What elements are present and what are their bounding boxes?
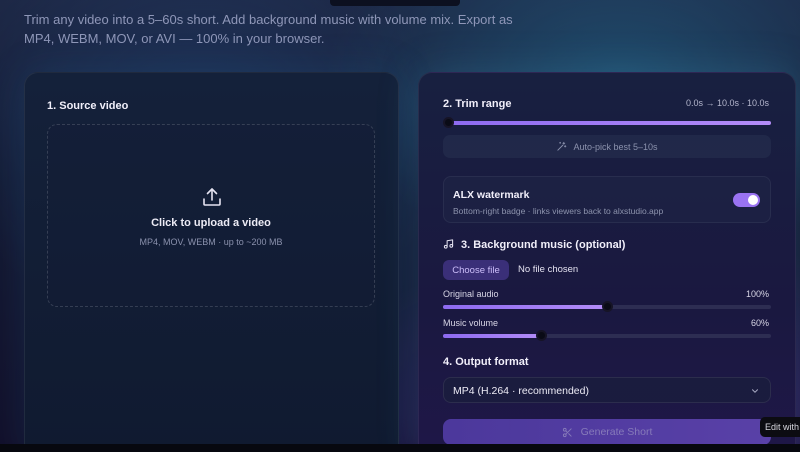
- music-volume-fill: [443, 334, 542, 338]
- original-audio-value: 100%: [745, 289, 769, 299]
- edit-with-badge[interactable]: Edit with: [760, 417, 800, 437]
- output-format-select[interactable]: MP4 (H.264 · recommended): [443, 377, 771, 403]
- music-volume-value: 60%: [750, 318, 769, 328]
- auto-pick-button[interactable]: Auto-pick best 5–10s: [443, 135, 771, 158]
- original-audio-slider[interactable]: [443, 301, 771, 312]
- watermark-toggle[interactable]: [733, 193, 760, 207]
- original-audio-handle[interactable]: [602, 301, 613, 312]
- output-format-title: 4. Output format: [443, 356, 529, 368]
- original-audio-fill: [443, 305, 607, 309]
- background-music-title: 3. Background music (optional): [461, 239, 626, 251]
- trim-range-title: 2. Trim range: [443, 98, 512, 110]
- output-format-value: MP4 (H.264 · recommended): [453, 385, 589, 397]
- upload-subtitle: MP4, MOV, WEBM · up to ~200 MB: [139, 237, 283, 247]
- watermark-title: ALX watermark: [453, 189, 530, 201]
- intro-line-2: MP4, WEBM, MOV, or AVI — 100% in your br…: [24, 30, 325, 46]
- choose-file-button[interactable]: Choose file: [443, 260, 509, 280]
- trim-range-fill: [448, 121, 771, 125]
- original-audio-label: Original audio: [443, 289, 499, 299]
- upload-icon: [203, 188, 221, 206]
- chevron-down-icon: [752, 389, 758, 393]
- trim-range-readout: 0.0s → 10.0s · 10.0s: [685, 98, 769, 108]
- music-volume-label: Music volume: [443, 318, 499, 328]
- music-volume-slider[interactable]: [443, 330, 771, 341]
- music-volume-handle[interactable]: [536, 330, 548, 341]
- intro-text: Trim any video into a 5–60s short. Add b…: [24, 11, 564, 48]
- watermark-setting: ALX watermark Bottom-right badge · links…: [443, 176, 771, 223]
- settings-card: 2. Trim range 0.0s → 10.0s · 10.0s Auto-…: [418, 72, 796, 452]
- generate-short-button[interactable]: Generate Short: [443, 419, 771, 445]
- music-note-icon: [443, 239, 454, 249]
- bottom-bar: [0, 444, 800, 452]
- generate-short-label: Generate Short: [580, 426, 653, 438]
- watermark-subtitle: Bottom-right badge · links viewers back …: [453, 206, 664, 216]
- upload-title: Click to upload a video: [151, 217, 271, 229]
- intro-line-1: Trim any video into a 5–60s short. Add b…: [24, 12, 513, 27]
- upload-dropzone[interactable]: Click to upload a video MP4, MOV, WEBM ·…: [47, 124, 375, 307]
- toggle-knob: [748, 195, 758, 205]
- source-video-title: 1. Source video: [47, 100, 129, 112]
- trim-range-slider[interactable]: [443, 117, 771, 128]
- file-status: No file chosen: [518, 264, 579, 275]
- trim-start-handle[interactable]: [443, 117, 454, 128]
- source-video-card: 1. Source video Click to upload a video …: [24, 72, 399, 452]
- top-edge-tab: [330, 0, 460, 6]
- scissors-icon: [562, 427, 572, 437]
- magic-wand-icon: [557, 141, 567, 151]
- auto-pick-label: Auto-pick best 5–10s: [573, 141, 658, 152]
